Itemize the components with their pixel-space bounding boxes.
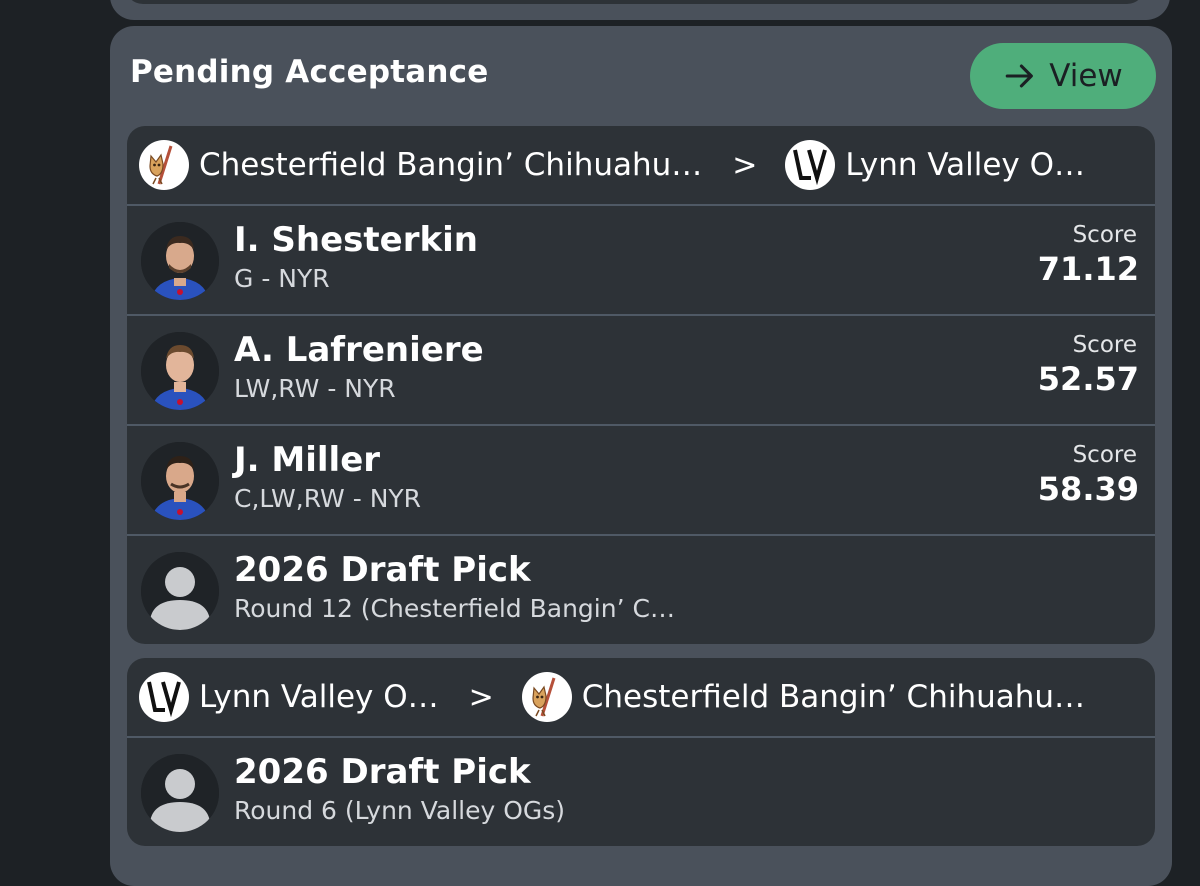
arrow-right-icon: [1005, 64, 1034, 88]
score-label: Score: [1072, 332, 1137, 358]
trade-direction-chevron: >: [468, 679, 494, 715]
trade-card[interactable]: Chesterfield Bangin’ Chihuahu… > Lynn Va…: [127, 126, 1155, 644]
score-value: 52.57: [1037, 360, 1139, 398]
previous-card-inner: [125, 0, 1145, 4]
lv-logo-icon: [785, 140, 836, 190]
player-position-team: C,LW,RW - NYR: [234, 484, 422, 513]
player-name: J. Miller: [234, 440, 381, 480]
trade-direction-chevron: >: [732, 147, 758, 183]
trade-player-row[interactable]: I. Shesterkin G - NYR Score 71.12: [127, 206, 1155, 316]
from-team-name: Chesterfield Bangin’ Chihuahu…: [199, 147, 703, 183]
trade-player-row[interactable]: J. Miller C,LW,RW - NYR Score 58.39: [127, 426, 1155, 536]
chihuahua-logo-icon: [139, 140, 189, 190]
trade-header: Chesterfield Bangin’ Chihuahu… > Lynn Va…: [127, 126, 1155, 206]
person-placeholder-icon: [141, 754, 219, 832]
draft-pick-name: 2026 Draft Pick: [234, 752, 531, 792]
draft-pick-name: 2026 Draft Pick: [234, 550, 531, 590]
panel-title: Pending Acceptance: [130, 54, 489, 90]
person-placeholder-icon: [141, 552, 219, 630]
view-button[interactable]: View: [970, 43, 1156, 109]
lv-logo-icon: [139, 672, 189, 722]
to-team-name: Lynn Valley O…: [845, 147, 1086, 183]
player-position-team: LW,RW - NYR: [234, 374, 396, 403]
view-button-label: View: [1049, 58, 1123, 94]
player-name: A. Lafreniere: [234, 330, 484, 370]
pending-acceptance-panel: Pending Acceptance View Chesterfield Ban…: [110, 26, 1172, 886]
player-position-team: G - NYR: [234, 264, 330, 293]
trade-card[interactable]: Lynn Valley O… > Chesterfield Bangin’ Ch…: [127, 658, 1155, 846]
from-team-name: Lynn Valley O…: [199, 679, 439, 715]
trade-draft-pick-row[interactable]: 2026 Draft Pick Round 6 (Lynn Valley OGs…: [127, 738, 1155, 846]
score-value: 71.12: [1037, 250, 1139, 288]
player-avatar: [141, 222, 219, 300]
to-team-name: Chesterfield Bangin’ Chihuahu…: [581, 679, 1086, 715]
player-avatar: [141, 332, 219, 410]
trade-draft-pick-row[interactable]: 2026 Draft Pick Round 12 (Chesterfield B…: [127, 536, 1155, 644]
player-name: I. Shesterkin: [234, 220, 478, 260]
chihuahua-logo-icon: [521, 672, 572, 722]
draft-pick-round: Round 12 (Chesterfield Bangin’ C…: [234, 594, 675, 623]
score-label: Score: [1072, 442, 1137, 468]
trade-header: Lynn Valley O… > Chesterfield Bangin’ Ch…: [127, 658, 1155, 738]
draft-pick-round: Round 6 (Lynn Valley OGs): [234, 796, 566, 825]
score-label: Score: [1072, 222, 1137, 248]
player-avatar: [141, 442, 219, 520]
score-value: 58.39: [1037, 470, 1139, 508]
trade-player-row[interactable]: A. Lafreniere LW,RW - NYR Score 52.57: [127, 316, 1155, 426]
